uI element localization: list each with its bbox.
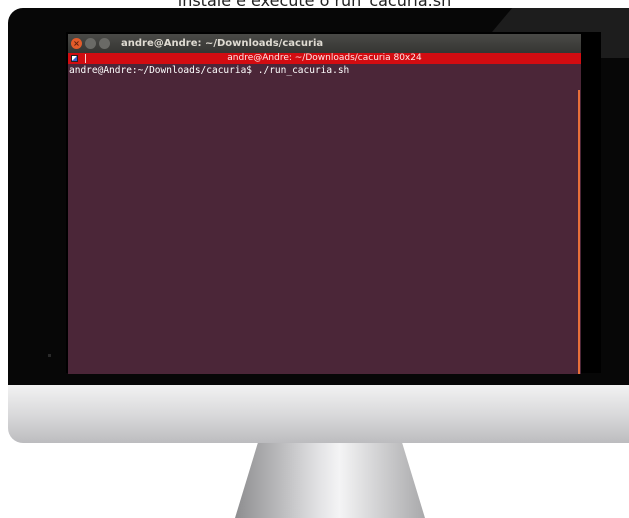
typed-command: ./run_cacuria.sh [252, 65, 350, 76]
tmux-status-bar: andre@Andre: ~/Downloads/cacuria 80x24 [68, 53, 581, 64]
monitor-stand [235, 443, 425, 518]
terminal-titlebar[interactable]: × andre@Andre: ~/Downloads/cacuria [68, 34, 581, 53]
terminal-scroll-indicator[interactable] [578, 90, 580, 374]
minimize-icon[interactable] [85, 38, 96, 49]
shell-prompt: andre@Andre:~/Downloads/cacuria$ [69, 65, 253, 76]
status-title: andre@Andre: ~/Downloads/cacuria 80x24 [227, 53, 422, 63]
terminal-window[interactable]: × andre@Andre: ~/Downloads/cacuria andre… [68, 34, 581, 374]
bezel-sensor-dot [48, 354, 51, 357]
window-title: andre@Andre: ~/Downloads/cacuria [121, 38, 324, 49]
close-icon[interactable]: × [71, 38, 82, 49]
monitor-chin [8, 385, 629, 443]
terminal-prompt-line[interactable]: andre@Andre:~/Downloads/cacuria$ ./run_c… [68, 64, 581, 77]
maximize-icon[interactable] [99, 38, 110, 49]
scene: instale e execute o run_cacuria.sh × and… [0, 0, 629, 518]
